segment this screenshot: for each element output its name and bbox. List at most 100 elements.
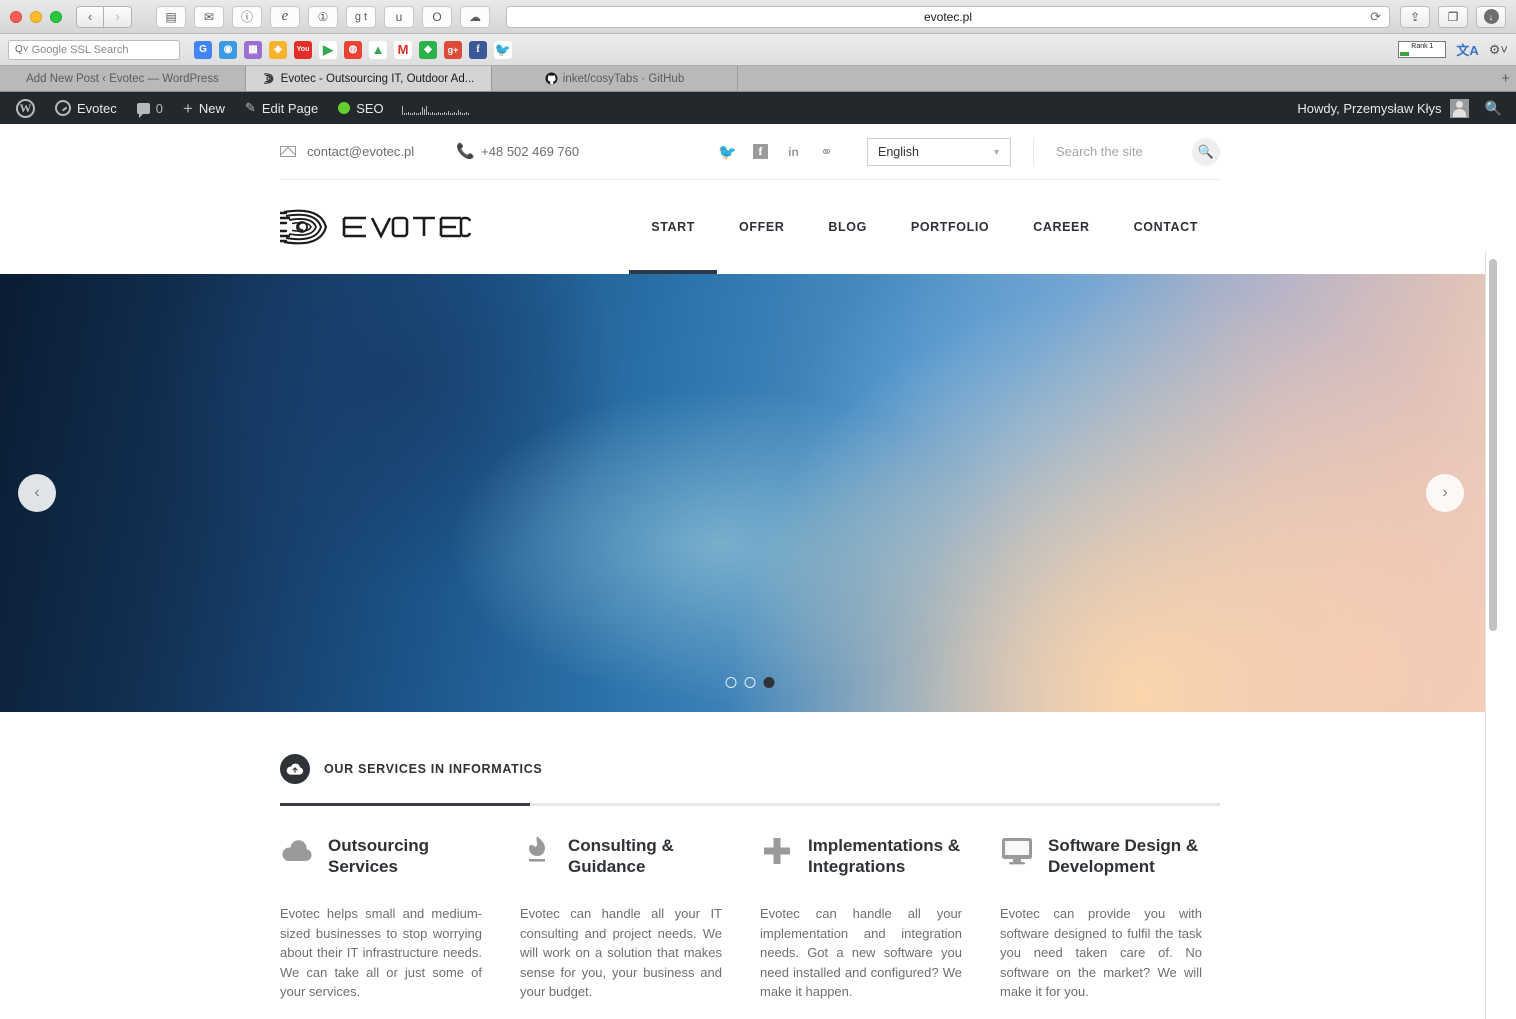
url-text: evotec.pl	[923, 9, 973, 24]
site-content: contact@evotec.pl 📞 +48 502 469 760 🐦 f …	[0, 124, 1500, 1019]
nav-item-portfolio[interactable]: PORTFOLIO	[889, 180, 1011, 274]
twitter-bookmark-icon[interactable]: 🐦	[494, 40, 512, 59]
admin-bar-site-name[interactable]: Evotec	[45, 92, 127, 124]
downloads-icon[interactable]: ↓	[1476, 5, 1506, 28]
feedly-bookmark-icon[interactable]: ◆	[419, 40, 437, 59]
hero-dot-2[interactable]	[744, 677, 756, 688]
tab-wordpress-add-new-post[interactable]: Add New Post ‹ Evotec — WordPress	[0, 66, 246, 91]
evotec-favicon	[263, 73, 274, 84]
photos-bookmark-icon[interactable]: ◍	[344, 40, 362, 59]
drive-bookmark-icon[interactable]: ▲	[369, 40, 387, 59]
contact-phone[interactable]: 📞 +48 502 469 760	[456, 144, 579, 160]
share-icon[interactable]: ⇪	[1400, 5, 1430, 28]
reload-icon[interactable]: ⟳	[1370, 9, 1381, 25]
services-section: OUR SERVICES IN INFORMATICS Outsourcing …	[280, 712, 1220, 1019]
gear-icon[interactable]: ⚙˅	[1489, 42, 1508, 58]
search-icon[interactable]: 🔍	[1469, 100, 1516, 117]
opera-circle-icon[interactable]: O	[422, 5, 452, 28]
nav-item-contact[interactable]: CONTACT	[1112, 180, 1220, 274]
nav-item-career[interactable]: CAREER	[1011, 180, 1111, 274]
admin-bar-edit-page[interactable]: ✎ Edit Page	[235, 92, 328, 124]
service-card-implementations[interactable]: Implementations & Integrations Evotec ca…	[760, 834, 980, 1002]
info-circle-icon[interactable]: ①	[308, 5, 338, 28]
hero-prev-button[interactable]: ‹	[18, 474, 56, 512]
twitter-icon[interactable]: 🐦	[718, 143, 737, 161]
new-tab-button[interactable]: +	[1501, 70, 1510, 87]
service-header: Outsourcing Services	[280, 834, 500, 884]
site-search-button[interactable]: 🔍	[1192, 137, 1220, 166]
google-bookmark-icon[interactable]: G	[194, 40, 212, 59]
envelope-icon	[280, 146, 296, 157]
wordpress-logo-icon: W	[16, 98, 35, 118]
site-topbar: contact@evotec.pl 📞 +48 502 469 760 🐦 f …	[280, 124, 1220, 180]
facebook-icon[interactable]: f	[752, 143, 769, 160]
nav-item-start[interactable]: START	[629, 180, 717, 274]
chevron-down-icon: ▼	[992, 146, 1001, 157]
window-traffic-lights	[10, 10, 62, 23]
edit-page-label: Edit Page	[261, 100, 319, 116]
info-icon[interactable]: ⓘ	[232, 5, 262, 28]
u-extension-icon[interactable]: u	[384, 5, 414, 28]
service-header: Consulting & Guidance	[520, 834, 740, 884]
nav-item-blog[interactable]: BLOG	[806, 180, 889, 274]
sidebar-icon[interactable]: ▤	[156, 5, 186, 28]
wordpress-logo-menu[interactable]: W	[6, 92, 45, 124]
site-header: START OFFER BLOG PORTFOLIO CAREER CONTAC…	[280, 180, 1220, 274]
hero-dot-1[interactable]	[725, 677, 737, 688]
gmail-bookmark-icon[interactable]: M	[394, 40, 412, 59]
service-card-consulting[interactable]: Consulting & Guidance Evotec can handle …	[520, 834, 740, 1002]
admin-bar-new[interactable]: + New	[173, 92, 235, 124]
admin-bar-account[interactable]: Howdy, Przemysław Kłys 🔍	[1297, 92, 1516, 124]
service-text: Evotec can provide you with software des…	[1000, 906, 1202, 999]
email-text: contact@evotec.pl	[307, 144, 415, 159]
evernote-icon[interactable]: e	[270, 5, 300, 28]
maps-bookmark-icon[interactable]: ◈	[269, 40, 287, 59]
site-name-label: Evotec	[77, 100, 117, 116]
play-store-bookmark-icon[interactable]: ▶	[319, 40, 337, 59]
minimize-window-button[interactable]	[30, 10, 42, 23]
admin-bar-seo[interactable]: SEO	[328, 92, 393, 124]
link-icon[interactable]: ⚭	[818, 143, 835, 161]
service-card-outsourcing[interactable]: Outsourcing Services Evotec helps small …	[280, 834, 500, 1002]
tab-label: Add New Post ‹ Evotec — WordPress	[26, 72, 219, 85]
back-button[interactable]: ‹	[76, 5, 104, 28]
nav-item-offer[interactable]: OFFER	[717, 180, 806, 274]
google-plus-bookmark-icon[interactable]: g+	[444, 40, 462, 59]
service-title: Implementations & Integrations	[808, 836, 961, 876]
translate-icon[interactable]: 文A	[1456, 40, 1478, 59]
address-bar[interactable]: evotec.pl ⟳	[506, 5, 1390, 28]
google-search-input[interactable]: Q˅ Google SSL Search	[8, 39, 180, 60]
ghostery-icon[interactable]: g t	[346, 5, 376, 28]
mail-icon[interactable]: ✉	[194, 5, 224, 28]
site-logo[interactable]	[280, 204, 472, 250]
linkedin-icon[interactable]: in	[785, 143, 802, 160]
maximize-window-button[interactable]	[50, 10, 62, 23]
page-scrollbar[interactable]	[1485, 251, 1500, 1019]
facebook-bookmark-icon[interactable]: f	[469, 40, 487, 59]
hero-dot-3[interactable]	[763, 677, 775, 688]
admin-bar-comments[interactable]: 0	[127, 92, 173, 124]
forward-button[interactable]: ›	[104, 5, 132, 28]
site-search-input[interactable]: Search the site	[1056, 144, 1192, 159]
hero-pagination	[725, 677, 775, 688]
rank-indicator[interactable]: Rank 1	[1398, 41, 1447, 58]
tab-evotec[interactable]: Evotec - Outsourcing IT, Outdoor Ad...	[246, 66, 492, 91]
close-window-button[interactable]	[10, 10, 22, 23]
tab-github-cosytabs[interactable]: inket/cosyTabs · GitHub	[492, 66, 738, 91]
search-icon: Q˅	[15, 44, 29, 55]
page-scrollbar-thumb[interactable]	[1489, 259, 1497, 631]
tab-label: inket/cosyTabs · GitHub	[562, 72, 685, 85]
calendar-bookmark-icon[interactable]: ▦	[244, 40, 262, 59]
tabs-overview-icon[interactable]: ❐	[1438, 5, 1468, 28]
youtube-bookmark-icon[interactable]: You	[294, 40, 312, 59]
hero-next-button[interactable]: ›	[1426, 474, 1464, 512]
cloud-icon[interactable]: ☁	[460, 5, 490, 28]
camera-bookmark-icon[interactable]: ◉	[219, 40, 237, 59]
toolbar-right-buttons: ⇪ ❐ ↓	[1400, 5, 1506, 28]
service-card-software-design[interactable]: Software Design & Development Evotec can…	[1000, 834, 1220, 1002]
contact-email[interactable]: contact@evotec.pl	[280, 144, 414, 159]
language-selector[interactable]: English ▼	[867, 137, 1011, 166]
services-grid-row2: Migrations Auditing	[280, 1002, 1220, 1019]
comments-count: 0	[155, 100, 163, 116]
plus-icon	[760, 834, 794, 868]
